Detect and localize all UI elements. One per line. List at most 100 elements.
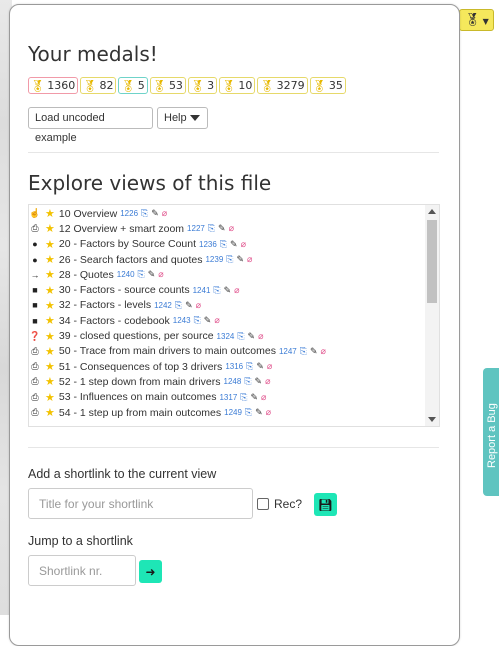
edit-icon[interactable]: ✎	[256, 361, 264, 372]
edit-icon[interactable]: ✎	[255, 376, 263, 387]
eye-slash-icon[interactable]: ⌀	[241, 239, 246, 250]
copy-icon[interactable]: ⎘	[245, 407, 252, 418]
eye-slash-icon[interactable]: ⌀	[266, 407, 271, 418]
load-uncoded-example-button[interactable]: Load uncoded example	[28, 107, 153, 144]
copy-icon[interactable]: ⎘	[138, 269, 145, 280]
star-icon[interactable]: ★	[45, 207, 55, 220]
report-bug-tab[interactable]: Report a Bug	[483, 368, 499, 496]
view-list-item[interactable]: ⎙ ★ 51 - Consequences of top 3 drivers 1316…	[29, 359, 423, 374]
copy-icon[interactable]: ⎘	[220, 239, 227, 250]
medals-toggle-button[interactable]: 🏅︎ ▼	[459, 9, 494, 31]
view-list-item[interactable]: ■ ★ 32 - Factors - levels 1242 ⎘ ✎ ⌀	[29, 298, 423, 313]
view-link[interactable]: 10 Overview	[59, 208, 117, 220]
edit-icon[interactable]: ✎	[230, 239, 238, 250]
view-link[interactable]: 28 - Quotes	[59, 269, 114, 281]
copy-icon[interactable]: ⎘	[213, 285, 220, 296]
star-icon[interactable]: ★	[45, 391, 55, 404]
view-link[interactable]: 34 - Factors - codebook	[59, 315, 170, 327]
copy-icon[interactable]: ⎘	[194, 315, 201, 326]
view-link[interactable]: 50 - Trace from main drivers to main out…	[59, 345, 276, 357]
view-link[interactable]: 53 - Influences on main outcomes	[59, 391, 217, 403]
edit-icon[interactable]: ✎	[204, 315, 212, 326]
views-scrollbar[interactable]	[425, 205, 439, 426]
edit-icon[interactable]: ✎	[185, 300, 193, 311]
eye-slash-icon[interactable]: ⌀	[158, 269, 163, 280]
eye-slash-icon[interactable]: ⌀	[321, 346, 326, 357]
copy-icon[interactable]: ⎘	[226, 254, 233, 265]
view-list-item[interactable]: ❓ ★ 39 - closed questions, per source 1324 ⎘…	[29, 328, 423, 343]
eye-slash-icon[interactable]: ⌀	[162, 208, 167, 219]
eye-slash-icon[interactable]: ⌀	[229, 223, 234, 234]
copy-icon[interactable]: ⎘	[237, 331, 244, 342]
edit-icon[interactable]: ✎	[224, 285, 232, 296]
view-list-item[interactable]: ■ ★ 30 - Factors - source counts 1241 ⎘ ✎ ⌀	[29, 282, 423, 297]
views-list[interactable]: ☝ ★ 10 Overview 1226 ⎘ ✎ ⌀ ⎙ ★ 12 Overview + smar…	[28, 204, 440, 427]
edit-icon[interactable]: ✎	[255, 407, 263, 418]
eye-slash-icon[interactable]: ⌀	[261, 392, 266, 403]
view-list-item[interactable]: ☝ ★ 10 Overview 1226 ⎘ ✎ ⌀	[29, 206, 423, 221]
eye-slash-icon[interactable]: ⌀	[247, 254, 252, 265]
view-link[interactable]: 12 Overview + smart zoom	[59, 223, 184, 235]
eye-slash-icon[interactable]: ⌀	[267, 361, 272, 372]
view-link[interactable]: 39 - closed questions, per source	[59, 330, 214, 342]
star-icon[interactable]: ★	[45, 238, 55, 251]
star-icon[interactable]: ★	[45, 253, 55, 266]
eye-slash-icon[interactable]: ⌀	[258, 331, 263, 342]
star-icon[interactable]: ★	[45, 345, 55, 358]
copy-icon[interactable]: ⎘	[175, 300, 182, 311]
shortlink-number-input[interactable]: Shortlink nr.	[28, 555, 136, 586]
view-link[interactable]: 32 - Factors - levels	[59, 299, 151, 311]
view-link[interactable]: 51 - Consequences of top 3 drivers	[59, 361, 222, 373]
copy-icon[interactable]: ⎘	[300, 346, 307, 357]
go-to-shortlink-button[interactable]: ➜	[139, 560, 162, 583]
view-list-item[interactable]: ● ★ 20 - Factors by Source Count 1236 ⎘ ✎ ⌀	[29, 237, 423, 252]
edit-icon[interactable]: ✎	[148, 269, 156, 280]
eye-slash-icon[interactable]: ⌀	[196, 300, 201, 311]
save-shortlink-button[interactable]: 💾︎	[314, 493, 337, 516]
help-dropdown-button[interactable]: Help	[157, 107, 208, 129]
edit-icon[interactable]: ✎	[310, 346, 318, 357]
rec-checkbox-group[interactable]: Rec?	[257, 497, 302, 511]
star-icon[interactable]: ★	[45, 406, 55, 419]
eye-slash-icon[interactable]: ⌀	[234, 285, 239, 296]
copy-icon[interactable]: ⎘	[244, 376, 251, 387]
edit-icon[interactable]: ✎	[250, 392, 258, 403]
view-link[interactable]: 26 - Search factors and quotes	[59, 254, 203, 266]
view-list-item[interactable]: ⎙ ★ 12 Overview + smart zoom 1227 ⎘ ✎ ⌀	[29, 221, 423, 236]
view-link[interactable]: 20 - Factors by Source Count	[59, 238, 196, 250]
shortlink-title-input[interactable]: Title for your shortlink	[28, 488, 253, 519]
edit-icon[interactable]: ✎	[236, 254, 244, 265]
star-icon[interactable]: ★	[45, 360, 55, 373]
copy-icon[interactable]: ⎘	[240, 392, 247, 403]
star-icon[interactable]: ★	[45, 268, 55, 281]
star-icon[interactable]: ★	[45, 375, 55, 388]
rec-checkbox[interactable]	[257, 498, 269, 510]
copy-icon[interactable]: ⎘	[208, 223, 215, 234]
eye-slash-icon[interactable]: ⌀	[265, 376, 270, 387]
view-list-item[interactable]: → ★ 28 - Quotes 1240 ⎘ ✎ ⌀	[29, 267, 423, 282]
edit-icon[interactable]: ✎	[218, 223, 226, 234]
star-icon[interactable]: ★	[45, 314, 55, 327]
view-link[interactable]: 30 - Factors - source counts	[59, 284, 190, 296]
view-list-item[interactable]: ■ ★ 34 - Factors - codebook 1243 ⎘ ✎ ⌀	[29, 313, 423, 328]
view-link[interactable]: 54 - 1 step up from main outcomes	[59, 407, 221, 419]
scrollbar-thumb[interactable]	[427, 220, 437, 303]
star-icon[interactable]: ★	[45, 222, 55, 235]
view-list-item[interactable]: ⎙ ★ 50 - Trace from main drivers to main o…	[29, 344, 423, 359]
view-list-item[interactable]: ⎙ ★ 54 - 1 step up from main outcomes 1249 ⎘…	[29, 405, 423, 420]
edit-icon[interactable]: ✎	[151, 208, 159, 219]
view-list-item[interactable]: ● ★ 26 - Search factors and quotes 1239 ⎘ ✎ ⌀	[29, 252, 423, 267]
medal-count: 3279	[276, 79, 305, 92]
view-link[interactable]: 52 - 1 step down from main drivers	[59, 376, 221, 388]
copy-icon[interactable]: ⎘	[141, 208, 148, 219]
star-icon[interactable]: ★	[45, 330, 55, 343]
copy-icon[interactable]: ⎘	[246, 361, 253, 372]
view-list-item[interactable]: ⎙ ★ 52 - 1 step down from main drivers 1248…	[29, 374, 423, 389]
scroll-up-arrow-icon[interactable]	[428, 209, 436, 214]
view-list-item[interactable]: ⎙ ★ 53 - Influences on main outcomes 1317 ⎘ ✎…	[29, 390, 423, 405]
scroll-down-arrow-icon[interactable]	[428, 417, 436, 422]
star-icon[interactable]: ★	[45, 299, 55, 312]
edit-icon[interactable]: ✎	[248, 331, 256, 342]
eye-slash-icon[interactable]: ⌀	[214, 315, 219, 326]
star-icon[interactable]: ★	[45, 284, 55, 297]
